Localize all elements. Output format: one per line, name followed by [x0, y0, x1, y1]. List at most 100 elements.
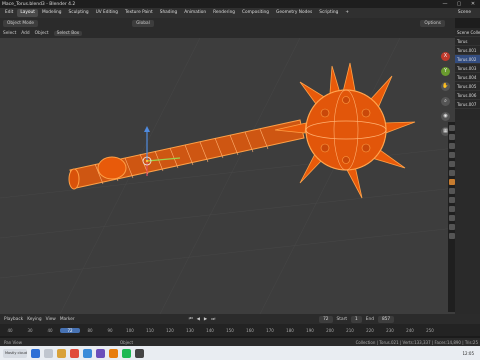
playback-menu[interactable]: Playback: [4, 317, 23, 322]
file-explorer-icon[interactable]: [57, 348, 66, 358]
play-reverse-icon[interactable]: ◀: [197, 317, 200, 322]
jump-end-icon[interactable]: ⏭: [211, 317, 215, 322]
outliner-row[interactable]: Torus.003: [455, 64, 480, 73]
mace-head[interactable]: [274, 62, 416, 199]
timeline-tick: 190: [306, 327, 314, 333]
select-menu[interactable]: Select: [3, 31, 16, 36]
timeline-tick: 180: [286, 327, 294, 333]
view-menu[interactable]: View: [46, 317, 56, 322]
playhead[interactable]: 72: [60, 327, 80, 333]
window-controls: — ▢ ✕: [438, 0, 480, 8]
timeline-tick: 250: [426, 327, 434, 333]
zoom-icon[interactable]: ⌕: [441, 97, 450, 106]
timeline-tick: 120: [166, 327, 174, 333]
select-box-dropdown[interactable]: Select Box: [53, 30, 83, 36]
start-icon[interactable]: [31, 348, 40, 358]
tab-rendering[interactable]: Rendering: [210, 9, 238, 17]
timeline-tick: 130: [186, 327, 194, 333]
start-frame-field[interactable]: 1: [351, 315, 362, 323]
jump-start-icon[interactable]: ⏮: [189, 317, 193, 322]
timeline-tick: 210: [346, 327, 354, 333]
3d-viewport[interactable]: [0, 38, 455, 314]
close-button[interactable]: ✕: [466, 0, 480, 8]
tab-uv-editing[interactable]: UV Editing: [93, 9, 121, 17]
end-label: End: [365, 316, 374, 322]
timeline-tick: 90: [107, 327, 113, 333]
search-icon[interactable]: [44, 348, 53, 358]
edge-icon[interactable]: [83, 348, 92, 358]
tab-modeling[interactable]: Modeling: [39, 9, 65, 17]
axis-y-icon[interactable]: Y: [441, 67, 450, 76]
tab-layout[interactable]: Layout: [17, 9, 38, 17]
viewport-canvas: [0, 38, 455, 314]
mode-dropdown[interactable]: Object Mode: [3, 19, 39, 27]
outliner-row[interactable]: Torus.004: [455, 73, 480, 82]
timeline-tick: 230: [386, 327, 394, 333]
window-title: Mace_Torus.blend3 - Blender 4.2: [2, 1, 76, 7]
app-icon[interactable]: [96, 348, 105, 358]
viewport-subheader: Select Add Object Select Box: [0, 28, 455, 38]
timeline-tick: 40: [7, 327, 13, 333]
transform-orientation-dropdown[interactable]: Global: [132, 19, 154, 27]
timeline-tick: 140: [206, 327, 214, 333]
outliner-row[interactable]: Torus: [455, 37, 480, 46]
tab-compositing[interactable]: Compositing: [239, 9, 272, 17]
tab-edit[interactable]: Edit: [2, 9, 16, 17]
blender-icon[interactable]: [109, 348, 118, 358]
app-icon[interactable]: [122, 348, 131, 358]
add-menu[interactable]: Add: [21, 31, 29, 36]
axis-x-icon[interactable]: X: [441, 52, 450, 61]
current-frame-field[interactable]: 72: [319, 315, 333, 323]
timeline-tick: 40: [47, 327, 53, 333]
outliner: Scene Collection Torus Torus.001 Torus.0…: [455, 28, 480, 120]
hand-pan-icon[interactable]: ✋: [441, 82, 450, 91]
tab-sculpting[interactable]: Sculpting: [65, 9, 91, 17]
status-bar: Pan View Object Collection | Torus.021 |…: [0, 338, 480, 346]
timeline-tick: 220: [366, 327, 374, 333]
outliner-row[interactable]: Torus.001: [455, 46, 480, 55]
outliner-row[interactable]: Torus.002: [455, 55, 480, 64]
keying-menu[interactable]: Keying: [27, 317, 41, 322]
mace-handle[interactable]: [68, 119, 305, 190]
camera-icon[interactable]: ◉: [441, 112, 450, 121]
timeline-tick: 160: [246, 327, 254, 333]
outliner-row[interactable]: Torus.006: [455, 91, 480, 100]
tab-geometry-nodes[interactable]: Geometry Nodes: [273, 9, 315, 17]
properties-panel[interactable]: [455, 120, 480, 314]
outliner-row[interactable]: Scene Collection: [455, 28, 480, 37]
tab-animation[interactable]: Animation: [181, 9, 209, 17]
browser-icon[interactable]: [70, 348, 79, 358]
tab-scripting[interactable]: Scripting: [316, 9, 341, 17]
timeline-tick: 30: [27, 327, 33, 333]
workspace-tabs: Edit Layout Modeling Sculpting UV Editin…: [0, 8, 480, 18]
end-frame-field[interactable]: 857: [377, 315, 395, 323]
options-dropdown[interactable]: Options: [420, 19, 445, 27]
start-label: Start: [336, 316, 348, 322]
outliner-row[interactable]: Torus.007: [455, 100, 480, 109]
minimize-button[interactable]: —: [438, 0, 452, 8]
timeline-ruler[interactable]: 40 30 40 72 80 90 100 110 120 130 140 15…: [0, 324, 480, 336]
timeline-tick: 200: [326, 327, 334, 333]
maximize-button[interactable]: ▢: [452, 0, 466, 8]
object-menu[interactable]: Object: [35, 31, 49, 36]
os-taskbar: Mostly cloudy 12:05: [0, 346, 480, 360]
timeline-tick: 100: [126, 327, 134, 333]
marker-menu[interactable]: Marker: [60, 317, 75, 322]
tab-shading[interactable]: Shading: [157, 9, 180, 17]
weather-widget[interactable]: Mostly cloudy: [3, 348, 27, 358]
timeline-header: Playback Keying View Marker ⏮ ◀ ▶ ⏭ 72 S…: [0, 314, 480, 324]
timeline-tick: 110: [146, 327, 154, 333]
status-pan-view: Pan View: [4, 339, 22, 345]
timeline-tick: 170: [266, 327, 274, 333]
clock: 12:05: [462, 350, 474, 356]
grid-lines: [0, 38, 455, 314]
scene-selector[interactable]: Scene: [455, 9, 474, 17]
timeline-tick: 80: [87, 327, 93, 333]
outliner-row[interactable]: Torus.005: [455, 82, 480, 91]
title-bar: Mace_Torus.blend3 - Blender 4.2 — ▢ ✕: [0, 0, 480, 8]
tab-texture-paint[interactable]: Texture Paint: [122, 9, 156, 17]
add-workspace-button[interactable]: +: [342, 9, 352, 17]
viewport-header: Object Mode Global Options: [0, 18, 455, 28]
play-icon[interactable]: ▶: [204, 317, 207, 322]
app-icon[interactable]: [135, 348, 144, 358]
